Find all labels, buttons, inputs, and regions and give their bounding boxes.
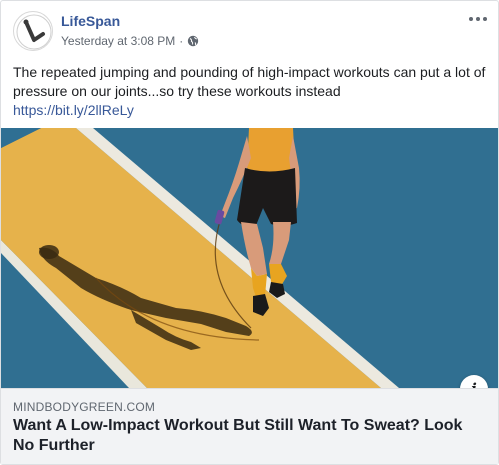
link-preview-image[interactable]	[1, 128, 498, 388]
more-options-button[interactable]	[468, 7, 488, 25]
facebook-post: LifeSpan Yesterday at 3:08 PM · The repe…	[0, 0, 499, 465]
post-link[interactable]: https://bit.ly/2llReLy	[13, 101, 489, 120]
lifespan-logo-icon	[16, 14, 52, 50]
link-domain: MINDBODYGREEN.COM	[13, 400, 156, 414]
link-title[interactable]: Want A Low-Impact Workout But Still Want…	[13, 416, 483, 456]
meta-separator: ·	[179, 34, 184, 48]
link-preview-box[interactable]: MINDBODYGREEN.COM Want A Low-Impact Work…	[1, 388, 498, 464]
more-dots-icon	[469, 17, 487, 21]
globe-icon[interactable]	[187, 35, 199, 47]
post-meta: Yesterday at 3:08 PM ·	[61, 34, 199, 48]
page-avatar[interactable]	[13, 11, 53, 51]
page-name[interactable]: LifeSpan	[61, 13, 120, 29]
jump-rope-photo	[1, 128, 498, 388]
post-timestamp[interactable]: Yesterday at 3:08 PM	[61, 34, 175, 48]
post-body-text: The repeated jumping and pounding of hig…	[13, 64, 486, 99]
post-message: The repeated jumping and pounding of hig…	[13, 63, 489, 120]
post-header: LifeSpan Yesterday at 3:08 PM ·	[1, 1, 498, 57]
